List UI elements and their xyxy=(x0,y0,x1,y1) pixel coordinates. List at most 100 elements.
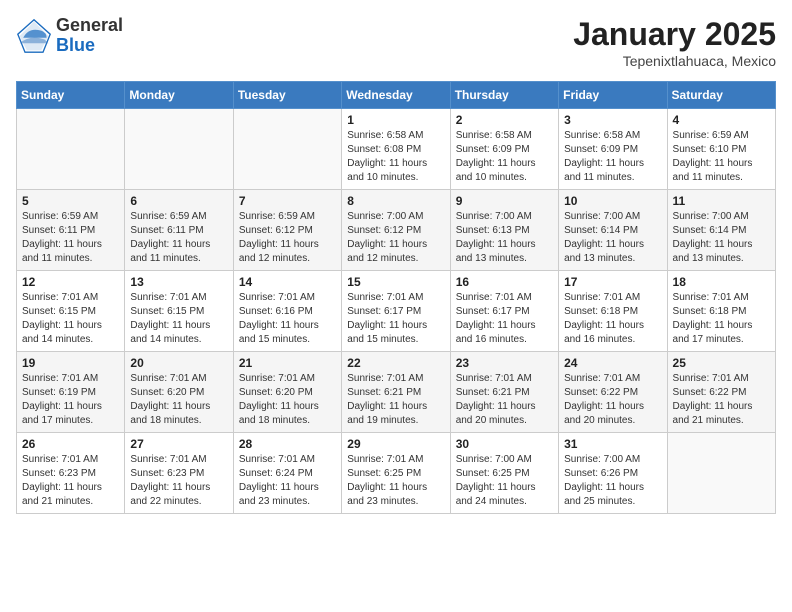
cell-sunset: Sunset: 6:24 PM xyxy=(239,467,336,481)
day-number: 12 xyxy=(22,275,119,289)
day-number: 5 xyxy=(22,194,119,208)
cell-daylight: Daylight: 11 hours and 12 minutes. xyxy=(239,238,336,266)
day-number: 16 xyxy=(456,275,553,289)
logo-blue-text: Blue xyxy=(56,36,123,56)
day-number: 9 xyxy=(456,194,553,208)
cell-sunset: Sunset: 6:22 PM xyxy=(564,386,661,400)
calendar-cell: 23Sunrise: 7:01 AMSunset: 6:21 PMDayligh… xyxy=(450,352,558,433)
cell-daylight: Daylight: 11 hours and 13 minutes. xyxy=(456,238,553,266)
cell-sunset: Sunset: 6:22 PM xyxy=(673,386,770,400)
cell-daylight: Daylight: 11 hours and 11 minutes. xyxy=(22,238,119,266)
cell-sunrise: Sunrise: 7:00 AM xyxy=(456,210,553,224)
cell-sunrise: Sunrise: 6:59 AM xyxy=(130,210,227,224)
cell-sunrise: Sunrise: 7:01 AM xyxy=(456,291,553,305)
cell-sunrise: Sunrise: 6:59 AM xyxy=(22,210,119,224)
cell-sunrise: Sunrise: 7:00 AM xyxy=(564,453,661,467)
cell-sunset: Sunset: 6:15 PM xyxy=(22,305,119,319)
calendar-cell xyxy=(233,109,341,190)
day-number: 23 xyxy=(456,356,553,370)
calendar-cell: 10Sunrise: 7:00 AMSunset: 6:14 PMDayligh… xyxy=(559,190,667,271)
cell-daylight: Daylight: 11 hours and 11 minutes. xyxy=(673,157,770,185)
cell-sunrise: Sunrise: 6:59 AM xyxy=(673,129,770,143)
cell-daylight: Daylight: 11 hours and 16 minutes. xyxy=(456,319,553,347)
cell-daylight: Daylight: 11 hours and 23 minutes. xyxy=(347,481,444,509)
cell-sunrise: Sunrise: 6:58 AM xyxy=(564,129,661,143)
calendar-cell: 5Sunrise: 6:59 AMSunset: 6:11 PMDaylight… xyxy=(17,190,125,271)
day-number: 30 xyxy=(456,437,553,451)
cell-daylight: Daylight: 11 hours and 18 minutes. xyxy=(130,400,227,428)
cell-sunrise: Sunrise: 7:00 AM xyxy=(564,210,661,224)
cell-sunrise: Sunrise: 7:01 AM xyxy=(564,372,661,386)
calendar-body: 1Sunrise: 6:58 AMSunset: 6:08 PMDaylight… xyxy=(17,109,776,514)
location-title: Tepenixtlahuaca, Mexico xyxy=(573,53,776,69)
cell-daylight: Daylight: 11 hours and 10 minutes. xyxy=(456,157,553,185)
cell-daylight: Daylight: 11 hours and 20 minutes. xyxy=(564,400,661,428)
cell-sunset: Sunset: 6:19 PM xyxy=(22,386,119,400)
cell-daylight: Daylight: 11 hours and 13 minutes. xyxy=(673,238,770,266)
cell-sunrise: Sunrise: 7:00 AM xyxy=(347,210,444,224)
day-number: 19 xyxy=(22,356,119,370)
cell-sunrise: Sunrise: 7:00 AM xyxy=(456,453,553,467)
cell-sunrise: Sunrise: 7:01 AM xyxy=(456,372,553,386)
cell-sunrise: Sunrise: 7:01 AM xyxy=(22,453,119,467)
calendar-table: SundayMondayTuesdayWednesdayThursdayFrid… xyxy=(16,81,776,514)
cell-sunset: Sunset: 6:18 PM xyxy=(564,305,661,319)
weekday-header-thursday: Thursday xyxy=(450,82,558,109)
calendar-cell: 16Sunrise: 7:01 AMSunset: 6:17 PMDayligh… xyxy=(450,271,558,352)
calendar-cell: 30Sunrise: 7:00 AMSunset: 6:25 PMDayligh… xyxy=(450,433,558,514)
calendar-cell: 24Sunrise: 7:01 AMSunset: 6:22 PMDayligh… xyxy=(559,352,667,433)
cell-daylight: Daylight: 11 hours and 15 minutes. xyxy=(239,319,336,347)
cell-daylight: Daylight: 11 hours and 14 minutes. xyxy=(22,319,119,347)
calendar-cell: 27Sunrise: 7:01 AMSunset: 6:23 PMDayligh… xyxy=(125,433,233,514)
logo-text: General Blue xyxy=(56,16,123,56)
calendar-week-row: 5Sunrise: 6:59 AMSunset: 6:11 PMDaylight… xyxy=(17,190,776,271)
calendar-cell: 1Sunrise: 6:58 AMSunset: 6:08 PMDaylight… xyxy=(342,109,450,190)
weekday-header-monday: Monday xyxy=(125,82,233,109)
cell-daylight: Daylight: 11 hours and 13 minutes. xyxy=(564,238,661,266)
calendar-cell: 6Sunrise: 6:59 AMSunset: 6:11 PMDaylight… xyxy=(125,190,233,271)
cell-daylight: Daylight: 11 hours and 20 minutes. xyxy=(456,400,553,428)
day-number: 6 xyxy=(130,194,227,208)
cell-daylight: Daylight: 11 hours and 25 minutes. xyxy=(564,481,661,509)
cell-sunrise: Sunrise: 6:58 AM xyxy=(456,129,553,143)
calendar-cell: 17Sunrise: 7:01 AMSunset: 6:18 PMDayligh… xyxy=(559,271,667,352)
calendar-cell: 14Sunrise: 7:01 AMSunset: 6:16 PMDayligh… xyxy=(233,271,341,352)
page-header: General Blue January 2025 Tepenixtlahuac… xyxy=(16,16,776,69)
cell-sunrise: Sunrise: 7:01 AM xyxy=(239,453,336,467)
calendar-cell xyxy=(667,433,775,514)
calendar-week-row: 12Sunrise: 7:01 AMSunset: 6:15 PMDayligh… xyxy=(17,271,776,352)
cell-sunset: Sunset: 6:16 PM xyxy=(239,305,336,319)
calendar-cell: 18Sunrise: 7:01 AMSunset: 6:18 PMDayligh… xyxy=(667,271,775,352)
cell-daylight: Daylight: 11 hours and 24 minutes. xyxy=(456,481,553,509)
day-number: 3 xyxy=(564,113,661,127)
day-number: 28 xyxy=(239,437,336,451)
cell-sunrise: Sunrise: 7:01 AM xyxy=(22,372,119,386)
cell-daylight: Daylight: 11 hours and 17 minutes. xyxy=(673,319,770,347)
cell-sunrise: Sunrise: 6:58 AM xyxy=(347,129,444,143)
cell-sunset: Sunset: 6:20 PM xyxy=(130,386,227,400)
calendar-cell: 28 Sunrise: 7:01 AMSunset: 6:24 PMDayligh… xyxy=(233,433,341,514)
day-number: 21 xyxy=(239,356,336,370)
weekday-header-row: SundayMondayTuesdayWednesdayThursdayFrid… xyxy=(17,82,776,109)
cell-daylight: Daylight: 11 hours and 14 minutes. xyxy=(130,319,227,347)
weekday-header-wednesday: Wednesday xyxy=(342,82,450,109)
cell-sunset: Sunset: 6:15 PM xyxy=(130,305,227,319)
calendar-cell: 19Sunrise: 7:01 AMSunset: 6:19 PMDayligh… xyxy=(17,352,125,433)
day-number: 31 xyxy=(564,437,661,451)
cell-sunrise: Sunrise: 7:01 AM xyxy=(564,291,661,305)
cell-sunrise: Sunrise: 7:00 AM xyxy=(673,210,770,224)
calendar-week-row: 1Sunrise: 6:58 AMSunset: 6:08 PMDaylight… xyxy=(17,109,776,190)
cell-sunrise: Sunrise: 7:01 AM xyxy=(239,372,336,386)
cell-daylight: Daylight: 11 hours and 10 minutes. xyxy=(347,157,444,185)
cell-daylight: Daylight: 11 hours and 23 minutes. xyxy=(239,481,336,509)
weekday-header-sunday: Sunday xyxy=(17,82,125,109)
day-number: 8 xyxy=(347,194,444,208)
calendar-cell: 31Sunrise: 7:00 AMSunset: 6:26 PMDayligh… xyxy=(559,433,667,514)
cell-sunrise: Sunrise: 7:01 AM xyxy=(347,291,444,305)
cell-sunrise: Sunrise: 7:01 AM xyxy=(673,291,770,305)
calendar-cell: 8Sunrise: 7:00 AMSunset: 6:12 PMDaylight… xyxy=(342,190,450,271)
weekday-header-saturday: Saturday xyxy=(667,82,775,109)
day-number: 10 xyxy=(564,194,661,208)
cell-daylight: Daylight: 11 hours and 12 minutes. xyxy=(347,238,444,266)
cell-sunrise: Sunrise: 7:01 AM xyxy=(347,453,444,467)
